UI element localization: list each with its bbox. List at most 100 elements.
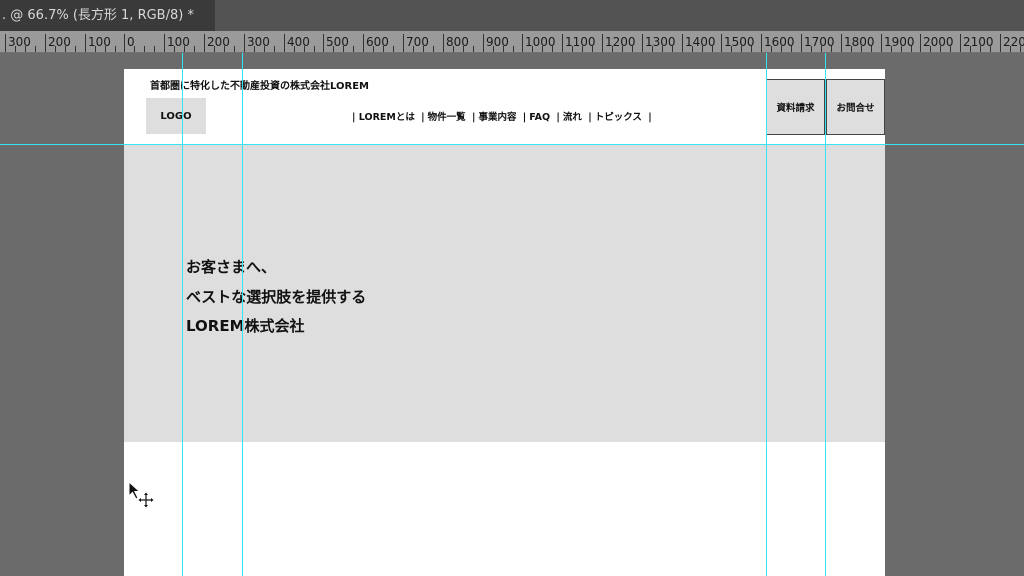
ruler-minor-tick: [970, 46, 971, 52]
ruler-minor-tick: [1020, 46, 1021, 52]
ruler-minor-tick: [940, 46, 941, 52]
ruler-major-tick: [124, 34, 125, 52]
ruler-minor-tick: [95, 46, 96, 52]
ruler-label: 100: [167, 35, 190, 49]
nav-separator: |: [352, 112, 356, 123]
nav-item-about[interactable]: LOREMとは: [359, 112, 415, 123]
ruler-label: 2000: [923, 35, 954, 49]
ruler-minor-tick: [105, 46, 106, 52]
ruler-minor-tick: [353, 46, 354, 52]
nav-separator: |: [648, 112, 652, 123]
horizontal-ruler[interactable]: 300 200 100 0 100 200 300 400 500 600 700 800 900 100…: [0, 31, 1024, 53]
ruler-minor-tick: [811, 46, 812, 52]
ruler-label: 1400: [685, 35, 716, 49]
ruler-major-tick: [960, 34, 961, 52]
ruler-minor-tick: [393, 46, 394, 52]
global-nav: | LOREMとは | 物件一覧 | 事業内容 | FAQ | 流れ | トピックス |: [352, 109, 655, 123]
ruler-minor-tick: [15, 46, 16, 52]
move-cursor-icon: [128, 481, 154, 508]
nav-item-business[interactable]: 事業内容: [478, 112, 516, 123]
ruler-major-tick: [244, 34, 245, 52]
ruler-minor-tick: [294, 46, 295, 52]
ruler-minor-tick: [851, 46, 852, 52]
ruler-label: 600: [366, 35, 389, 49]
ruler-major-tick: [1000, 34, 1001, 52]
nav-separator: |: [522, 112, 527, 123]
ruler-minor-tick: [622, 46, 623, 52]
document-tab[interactable]: . @ 66.7% (長方形 1, RGB/8) *: [0, 0, 215, 31]
nav-item-topics[interactable]: トピックス: [595, 112, 642, 123]
ruler-label: 1000: [525, 35, 556, 49]
ruler-minor-tick: [134, 46, 135, 52]
request-docs-button[interactable]: 資料請求: [766, 79, 825, 135]
ruler-minor-tick: [791, 46, 792, 52]
ruler-minor-tick: [821, 46, 822, 52]
ruler-minor-tick: [433, 46, 434, 52]
horizontal-guide[interactable]: [0, 144, 1024, 145]
ruler-minor-tick: [751, 46, 752, 52]
ruler-major-tick: [483, 34, 484, 52]
nav-item-properties[interactable]: 物件一覧: [428, 112, 466, 123]
ruler-minor-tick: [224, 46, 225, 52]
logo-placeholder: LOGO: [146, 98, 206, 134]
ruler-minor-tick: [264, 46, 265, 52]
vertical-guide[interactable]: [825, 53, 826, 576]
ruler-major-tick: [284, 34, 285, 52]
ruler-minor-tick: [712, 46, 713, 52]
vertical-guide[interactable]: [766, 53, 767, 576]
ruler-label: 1500: [724, 35, 755, 49]
ruler-minor-tick: [652, 46, 653, 52]
ruler-label: 1300: [645, 35, 676, 49]
ruler-minor-tick: [950, 46, 951, 52]
contact-button[interactable]: お問合せ: [826, 79, 885, 135]
ruler-label: 200: [207, 35, 230, 49]
ruler-minor-tick: [184, 46, 185, 52]
artboard[interactable]: 首都圏に特化した不動産投資の株式会社LOREM LOGO | LOREMとは |…: [124, 69, 885, 576]
ruler-label: 200: [48, 35, 71, 49]
ruler-minor-tick: [115, 46, 116, 52]
vertical-guide[interactable]: [182, 53, 183, 576]
ruler-major-tick: [85, 34, 86, 52]
document-tab-bar: . @ 66.7% (長方形 1, RGB/8) *: [0, 0, 1024, 31]
ruler-minor-tick: [1010, 46, 1011, 52]
ruler-major-tick: [761, 34, 762, 52]
ruler-minor-tick: [592, 46, 593, 52]
nav-separator: |: [588, 112, 592, 123]
ruler-minor-tick: [423, 46, 424, 52]
ruler-major-tick: [323, 34, 324, 52]
ruler-major-tick: [5, 34, 6, 52]
ruler-minor-tick: [254, 46, 255, 52]
ruler-label: 1600: [764, 35, 795, 49]
ruler-minor-tick: [463, 46, 464, 52]
ruler-minor-tick: [781, 46, 782, 52]
ruler-minor-tick: [333, 46, 334, 52]
ruler-major-tick: [801, 34, 802, 52]
ruler-major-tick: [881, 34, 882, 52]
ruler-minor-tick: [274, 46, 275, 52]
ruler-minor-tick: [194, 46, 195, 52]
ruler-minor-tick: [542, 46, 543, 52]
ruler-major-tick: [164, 34, 165, 52]
ruler-major-tick: [204, 34, 205, 52]
vertical-guide[interactable]: [242, 53, 243, 576]
ruler-minor-tick: [632, 46, 633, 52]
ruler-major-tick: [841, 34, 842, 52]
ruler-minor-tick: [214, 46, 215, 52]
ruler-minor-tick: [55, 46, 56, 52]
ruler-major-tick: [443, 34, 444, 52]
ruler-minor-tick: [493, 46, 494, 52]
ruler-minor-tick: [731, 46, 732, 52]
nav-item-faq[interactable]: FAQ: [529, 112, 550, 123]
ruler-minor-tick: [612, 46, 613, 52]
ruler-minor-tick: [980, 46, 981, 52]
ruler-label: 300: [247, 35, 270, 49]
ruler-minor-tick: [144, 46, 145, 52]
ruler-minor-tick: [672, 46, 673, 52]
hero-copy: お客さまへ、 ベストな選択肢を提供する LOREM株式会社: [186, 253, 366, 342]
ruler-minor-tick: [513, 46, 514, 52]
ruler-minor-tick: [25, 46, 26, 52]
ruler-label: 2100: [963, 35, 994, 49]
nav-item-flow[interactable]: 流れ: [563, 112, 582, 123]
ruler-minor-tick: [861, 46, 862, 52]
ruler-minor-tick: [572, 46, 573, 52]
